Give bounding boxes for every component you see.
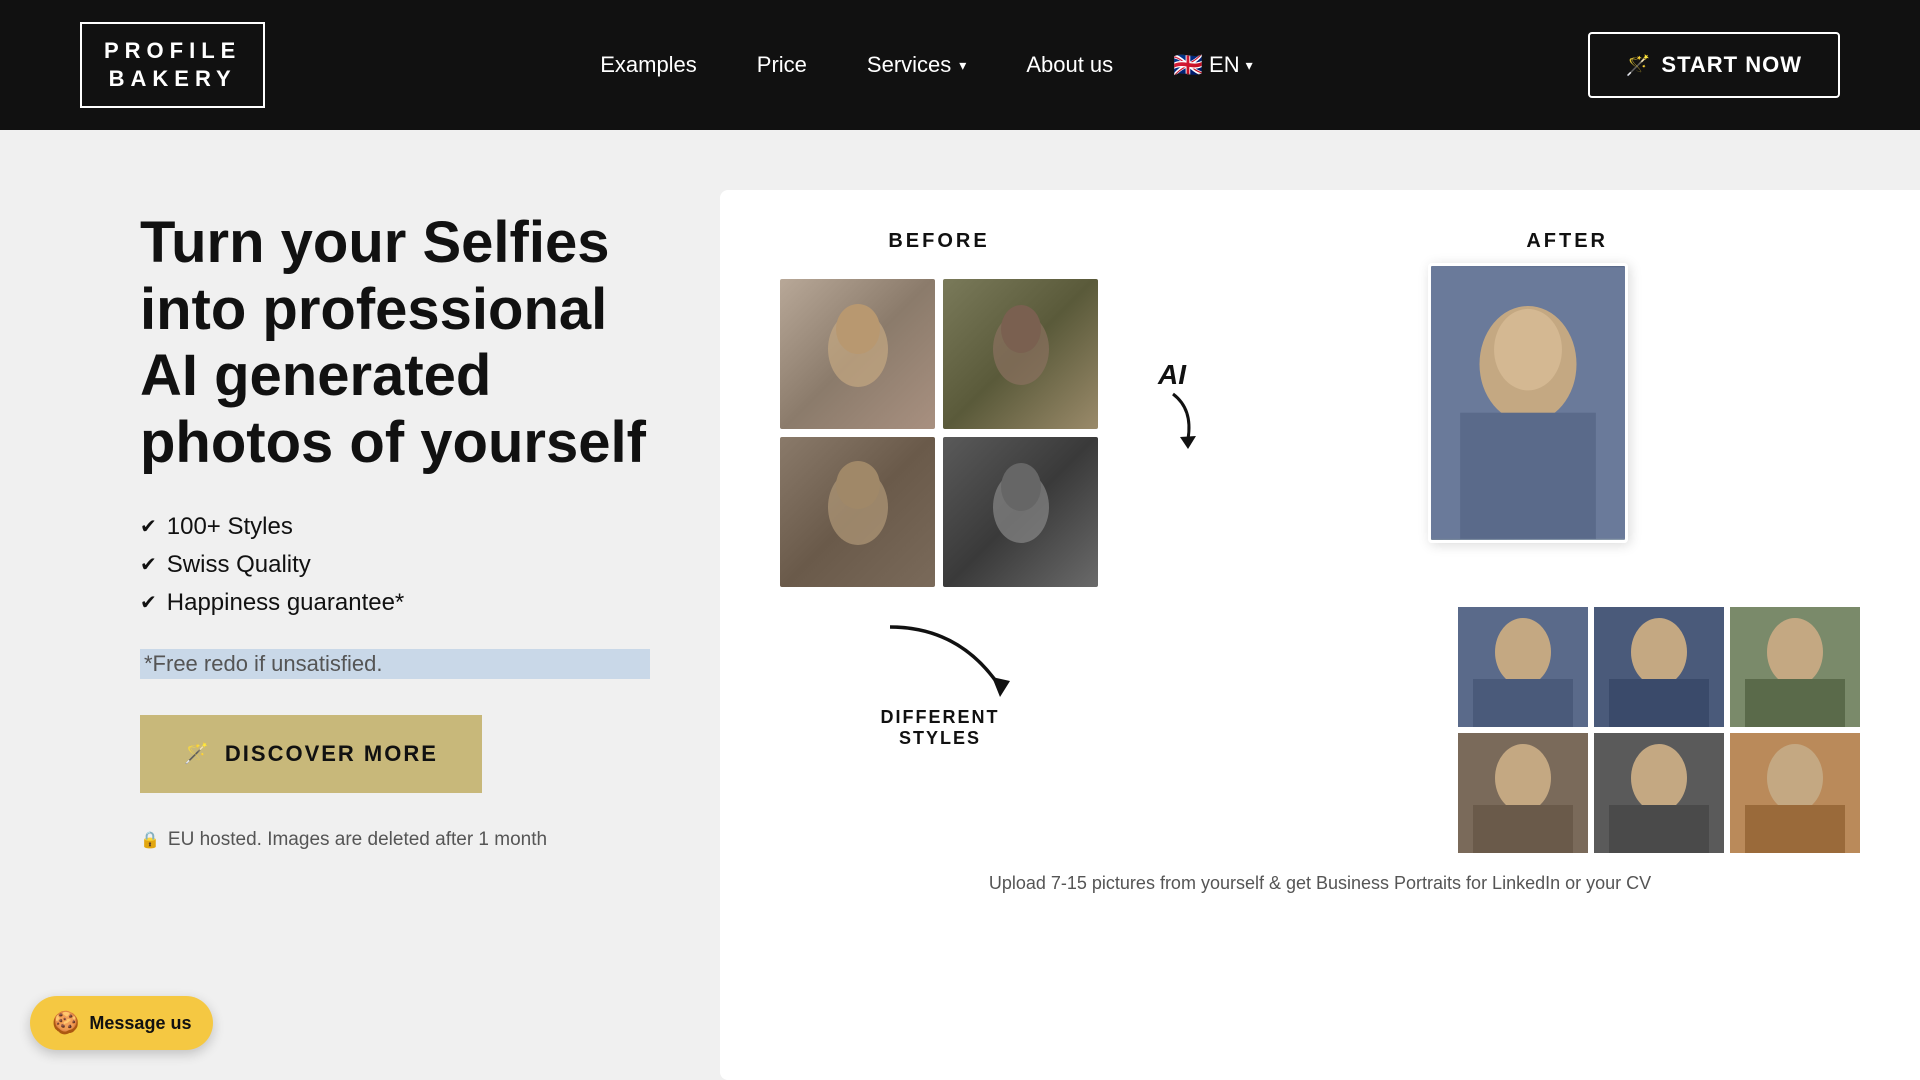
nav-examples[interactable]: Examples	[600, 52, 697, 78]
feature-item: ✔ Swiss Quality	[140, 551, 650, 579]
check-icon: ✔	[140, 590, 157, 615]
before-photo-1	[780, 279, 935, 429]
check-icon: ✔	[140, 514, 157, 539]
nav-services[interactable]: Services ▾	[867, 52, 966, 78]
wand-icon: 🪄	[1626, 53, 1652, 78]
style-photo-4	[1458, 733, 1588, 853]
before-photo-2	[943, 279, 1098, 429]
style-photo-5	[1594, 733, 1724, 853]
after-section: AFTER	[1248, 230, 1628, 587]
before-photo-3	[780, 437, 935, 587]
main-nav: Examples Price Services ▾ About us 🇬🇧 EN…	[600, 51, 1252, 80]
after-label: AFTER	[1526, 230, 1608, 253]
nav-price[interactable]: Price	[757, 52, 807, 78]
chat-label: Message us	[89, 1013, 191, 1034]
lang-chevron-icon: ▾	[1246, 57, 1253, 74]
hero-title: Turn your Selfies into professional AI g…	[140, 210, 650, 477]
lock-icon: 🔒	[140, 830, 160, 850]
services-chevron-icon: ▾	[959, 57, 966, 74]
before-after-container: BEFORE	[780, 230, 1860, 587]
discover-more-button[interactable]: 🪄 DISCOVER MORE	[140, 715, 482, 793]
different-styles-label: DIFFERENT STYLES	[840, 707, 1040, 749]
site-header: PROFILE BAKERY Examples Price Services ▾…	[0, 0, 1920, 130]
before-photos-grid	[780, 279, 1098, 587]
discover-btn-label: DISCOVER MORE	[225, 741, 438, 767]
styles-grid	[1458, 607, 1860, 853]
main-content: Turn your Selfies into professional AI g…	[0, 130, 1920, 1080]
face-svg-3	[818, 457, 898, 567]
feature-label: 100+ Styles	[167, 513, 293, 541]
feature-label: Swiss Quality	[167, 551, 311, 579]
chat-widget[interactable]: 🍪 Message us	[30, 996, 213, 1050]
nav-about-us[interactable]: About us	[1026, 52, 1113, 78]
free-redo-note: *Free redo if unsatisfied.	[140, 649, 650, 679]
logo-line2: BAKERY	[109, 66, 237, 92]
feature-item: ✔ Happiness guarantee*	[140, 589, 650, 617]
ai-arrow-svg: AI	[1098, 349, 1228, 469]
right-panel: BEFORE	[720, 190, 1920, 1080]
logo[interactable]: PROFILE BAKERY	[80, 22, 265, 108]
face-svg-4	[981, 457, 1061, 567]
features-list: ✔ 100+ Styles ✔ Swiss Quality ✔ Happines…	[140, 513, 650, 617]
upload-note: Upload 7-15 pictures from yourself & get…	[780, 873, 1860, 894]
feature-label: Happiness guarantee*	[167, 589, 405, 617]
bottom-arrow-svg	[830, 617, 1050, 707]
lang-label: EN	[1209, 52, 1240, 78]
style-photo-3	[1730, 607, 1860, 727]
chat-emoji: 🍪	[52, 1010, 79, 1036]
ai-arrow-area: AI	[1098, 230, 1228, 587]
start-now-label: START NOW	[1661, 52, 1802, 78]
style-photo-2	[1594, 607, 1724, 727]
after-photo-svg	[1431, 266, 1625, 540]
language-selector[interactable]: 🇬🇧 EN ▾	[1173, 51, 1252, 80]
left-panel: Turn your Selfies into professional AI g…	[0, 130, 720, 1080]
bottom-row: DIFFERENT STYLES	[780, 607, 1860, 853]
before-label: BEFORE	[888, 230, 989, 253]
eu-note-text: EU hosted. Images are deleted after 1 mo…	[168, 829, 547, 851]
flag-icon: 🇬🇧	[1173, 51, 1203, 80]
logo-line1: PROFILE	[104, 38, 241, 64]
before-section: BEFORE	[780, 230, 1098, 587]
feature-item: ✔ 100+ Styles	[140, 513, 650, 541]
style-photo-6	[1730, 733, 1860, 853]
face-svg-1	[818, 299, 898, 409]
discover-wand-icon: 🪄	[184, 741, 211, 766]
after-main-photo	[1428, 263, 1628, 543]
svg-text:AI: AI	[1157, 359, 1187, 390]
style-photo-1	[1458, 607, 1588, 727]
face-svg-2	[981, 299, 1061, 409]
start-now-button[interactable]: 🪄 START NOW	[1588, 32, 1840, 98]
eu-note: 🔒 EU hosted. Images are deleted after 1 …	[140, 829, 650, 851]
check-icon: ✔	[140, 552, 157, 577]
different-styles-area: DIFFERENT STYLES	[780, 617, 1100, 749]
before-photo-4	[943, 437, 1098, 587]
